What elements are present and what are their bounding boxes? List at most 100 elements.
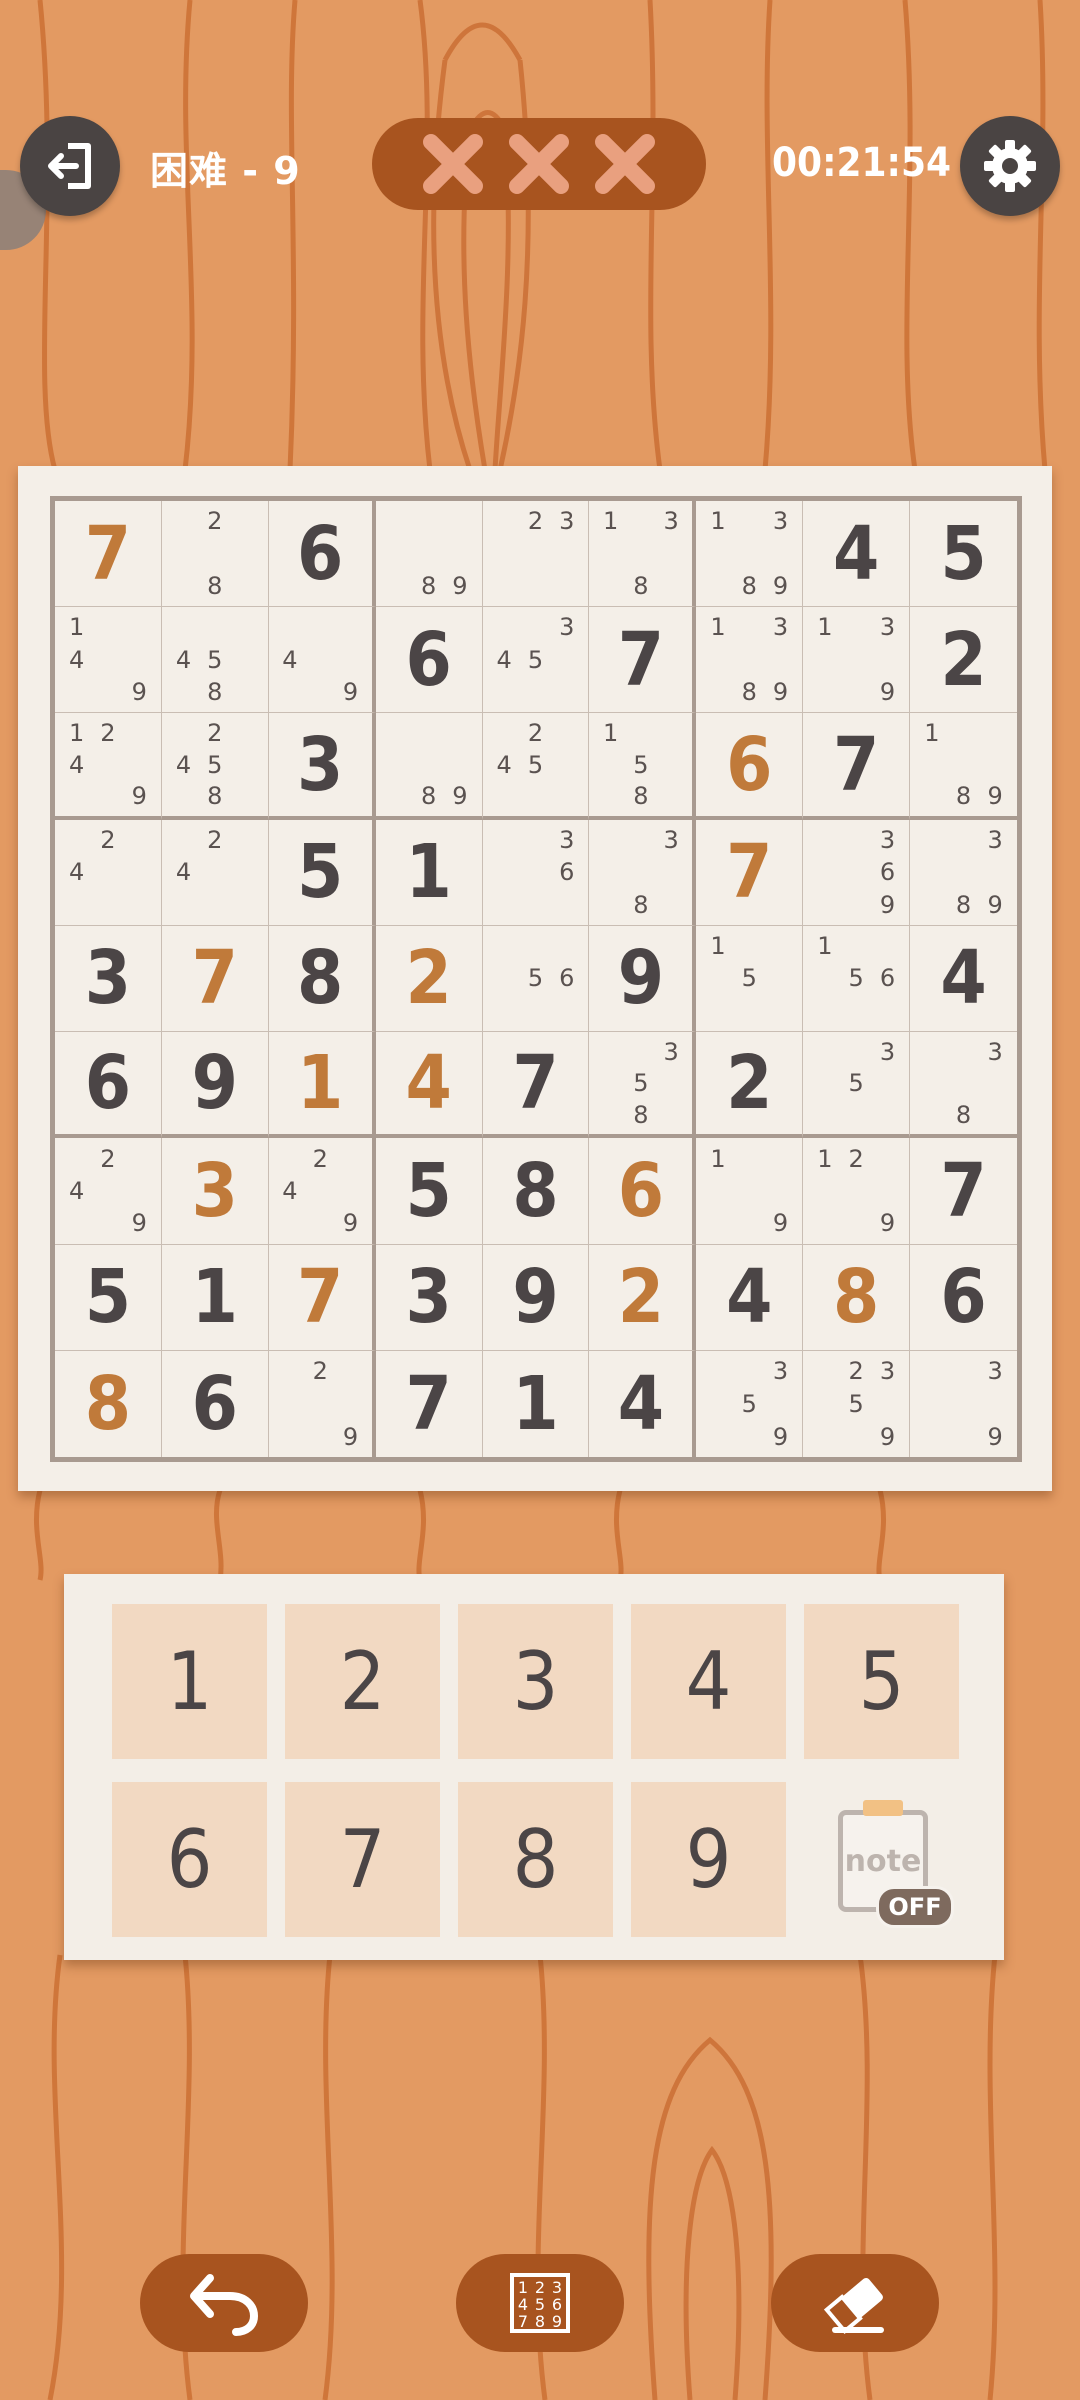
sudoku-cell[interactable]: 89 [375, 501, 483, 608]
sudoku-cell[interactable]: 7 [910, 1138, 1017, 1245]
sudoku-cell[interactable]: 12 9 [803, 1138, 911, 1245]
sudoku-cell[interactable]: 4 [910, 926, 1017, 1033]
sudoku-cell[interactable]: 3 45 [482, 607, 590, 714]
sudoku-cell[interactable]: 2359 [803, 1350, 911, 1457]
sudoku-cell[interactable]: 358 [589, 1032, 697, 1139]
sudoku-cell[interactable]: 1 3 89 [696, 501, 804, 608]
sudoku-cell[interactable]: 7 [161, 925, 269, 1033]
sudoku-cell[interactable]: 9 [161, 1032, 269, 1139]
sudoku-cell[interactable]: 1 [483, 1350, 590, 1457]
number-key-1[interactable]: 1 [112, 1604, 267, 1759]
sudoku-cell[interactable]: 8 [268, 925, 376, 1033]
sudoku-cell[interactable]: 3 [55, 925, 162, 1033]
sudoku-cell[interactable]: 8 [803, 1244, 911, 1351]
sudoku-cell[interactable]: 38 [910, 1032, 1017, 1139]
sudoku-cell[interactable]: 19 [696, 1138, 804, 1245]
undo-button[interactable] [140, 2254, 308, 2352]
sudoku-cell[interactable]: 3 [375, 1244, 483, 1351]
sudoku-cell[interactable]: 1 [375, 819, 483, 926]
sudoku-cell[interactable]: 3 [161, 1138, 269, 1245]
sudoku-cell[interactable]: 15 [696, 925, 804, 1033]
sudoku-cell[interactable]: 1 89 [910, 713, 1017, 820]
sudoku-cell[interactable]: 89 [375, 713, 483, 820]
sudoku-cell[interactable]: 5 [910, 501, 1017, 608]
sudoku-cell[interactable]: 1 4 9 [55, 607, 162, 714]
sudoku-cell[interactable]: 7 [55, 501, 162, 608]
sudoku-cell[interactable]: 35 [803, 1032, 911, 1139]
sudoku-cell[interactable]: 6 [268, 501, 376, 608]
note-digit: 2 [848, 1357, 864, 1386]
sudoku-cell[interactable]: 2 [910, 607, 1017, 714]
sudoku-cell[interactable]: 7 [696, 819, 804, 926]
sudoku-cell[interactable]: 8 [55, 1350, 162, 1457]
note-digit: 8 [633, 781, 649, 810]
sudoku-cell[interactable]: 7 [803, 713, 911, 820]
sudoku-cell[interactable]: 7 [589, 607, 697, 714]
sudoku-cell[interactable]: 359 [696, 1350, 804, 1457]
sudoku-cell[interactable]: 4 [803, 501, 911, 608]
sudoku-cell[interactable]: 1 [161, 1244, 269, 1351]
sudoku-cell[interactable]: 39 [910, 1351, 1017, 1457]
number-key-8[interactable]: 8 [458, 1782, 613, 1937]
sudoku-cell[interactable]: 2 [375, 925, 483, 1033]
sudoku-cell[interactable]: 24 [55, 819, 162, 926]
sudoku-cell[interactable]: 4 [589, 1350, 697, 1457]
number-key-3[interactable]: 3 [458, 1604, 613, 1759]
sudoku-cell[interactable]: 156 [803, 925, 911, 1033]
sudoku-cell[interactable]: 3 89 [910, 820, 1017, 926]
number-key-9[interactable]: 9 [631, 1782, 786, 1937]
sudoku-cell[interactable]: 56 [482, 925, 590, 1033]
number-key-2[interactable]: 2 [285, 1604, 440, 1759]
number-key-6[interactable]: 6 [112, 1782, 267, 1937]
exit-button[interactable] [20, 116, 120, 216]
candidates-button[interactable]: 123456789 [456, 2254, 624, 2352]
sudoku-cell[interactable]: 8 [482, 1138, 590, 1245]
sudoku-cell[interactable]: 9 [589, 925, 697, 1033]
sudoku-cell[interactable]: 36 [482, 819, 590, 926]
sudoku-cell[interactable]: 23 [482, 501, 590, 608]
sudoku-cell[interactable]: 124 9 [55, 713, 162, 820]
note-digit [809, 1207, 840, 1239]
sudoku-cell[interactable]: 7 [376, 1350, 483, 1457]
sudoku-cell[interactable]: 2 [589, 1244, 697, 1351]
sudoku-cell[interactable]: 6 [589, 1138, 697, 1245]
sudoku-cell[interactable]: 24 [161, 819, 269, 926]
sudoku-cell[interactable]: 6 [55, 1032, 162, 1139]
sudoku-cell[interactable]: 2458 [161, 713, 269, 820]
sudoku-cell[interactable]: 24 9 [55, 1138, 162, 1245]
sudoku-cell[interactable]: 45 8 [161, 607, 269, 714]
sudoku-cell[interactable]: 29 [269, 1350, 376, 1457]
sudoku-cell[interactable]: 5 [55, 1244, 162, 1351]
sudoku-cell[interactable]: 5 [268, 819, 376, 926]
sudoku-cell[interactable]: 24 9 [268, 1138, 376, 1245]
sudoku-cell[interactable]: 1 3 9 [803, 607, 911, 714]
sudoku-cell[interactable]: 38 [589, 819, 697, 926]
sudoku-cell[interactable]: 9 [482, 1244, 590, 1351]
sudoku-cell[interactable]: 4 [696, 1244, 804, 1351]
note-toggle-button[interactable]: note OFF [836, 1798, 954, 1928]
sudoku-cell[interactable]: 4 [375, 1032, 483, 1139]
sudoku-cell[interactable]: 3 6 9 [803, 819, 911, 926]
sudoku-cell[interactable]: 28 [161, 501, 269, 608]
sudoku-cell[interactable]: 158 [589, 713, 697, 820]
sudoku-cell[interactable]: 2 [696, 1032, 804, 1139]
sudoku-cell[interactable]: 49 [268, 607, 376, 714]
sudoku-cell[interactable]: 6 [162, 1350, 269, 1457]
settings-button[interactable] [960, 116, 1060, 216]
sudoku-cell[interactable]: 1 [268, 1032, 376, 1139]
number-key-7[interactable]: 7 [285, 1782, 440, 1937]
number-key-5[interactable]: 5 [804, 1604, 959, 1759]
note-digit: 5 [207, 750, 223, 779]
sudoku-cell[interactable]: 1 3 8 [589, 501, 697, 608]
sudoku-cell[interactable]: 7 [268, 1244, 376, 1351]
sudoku-cell[interactable]: 6 [375, 607, 483, 714]
sudoku-cell[interactable]: 6 [910, 1245, 1017, 1351]
sudoku-cell[interactable]: 245 [482, 713, 590, 820]
sudoku-cell[interactable]: 1 3 89 [696, 607, 804, 714]
number-key-4[interactable]: 4 [631, 1604, 786, 1759]
sudoku-cell[interactable]: 6 [696, 713, 804, 820]
erase-button[interactable] [771, 2254, 939, 2352]
sudoku-cell[interactable]: 5 [375, 1138, 483, 1245]
sudoku-cell[interactable]: 7 [482, 1032, 590, 1139]
sudoku-cell[interactable]: 3 [268, 713, 376, 820]
